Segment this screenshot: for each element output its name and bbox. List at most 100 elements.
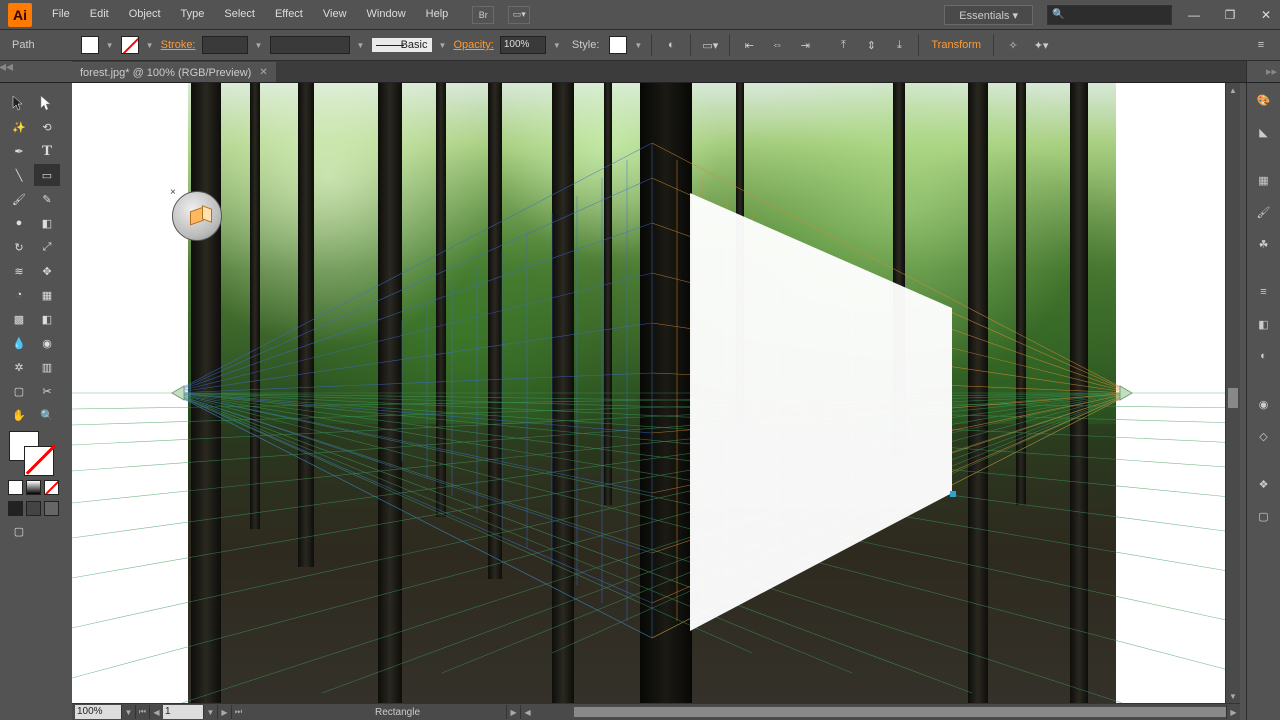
- paintbrush-tool[interactable]: 🖌: [6, 188, 32, 210]
- bridge-button[interactable]: Br: [472, 6, 494, 24]
- right-collapse[interactable]: ▸▸: [1246, 61, 1280, 83]
- artboard-tool[interactable]: ▢: [6, 380, 32, 402]
- window-close-button[interactable]: ✕: [1252, 5, 1280, 25]
- scroll-right-button[interactable]: ▶: [1226, 705, 1240, 719]
- eyedropper-tool[interactable]: 💧: [6, 332, 32, 354]
- window-minimize-button[interactable]: —: [1180, 5, 1208, 25]
- document-close-button[interactable]: ✕: [259, 67, 267, 78]
- opacity-field[interactable]: 100%: [500, 36, 546, 54]
- width-tool[interactable]: ≋: [6, 260, 32, 282]
- opacity-label-link[interactable]: Opacity:: [454, 39, 494, 51]
- next-artboard-button[interactable]: ▶: [217, 705, 231, 719]
- column-graph-tool[interactable]: ▥: [34, 356, 60, 378]
- artboard-field[interactable]: 1: [163, 705, 203, 719]
- line-tool[interactable]: ╲: [6, 164, 32, 186]
- draw-normal-button[interactable]: [8, 501, 23, 516]
- perspective-plane-widget[interactable]: [172, 191, 222, 241]
- arrange-documents-button[interactable]: ▭▾: [508, 6, 530, 24]
- fill-swatch[interactable]: [81, 36, 99, 54]
- screen-mode-button[interactable]: ▢: [6, 520, 32, 542]
- gradient-panel-icon[interactable]: ◧: [1251, 311, 1277, 337]
- color-guide-panel-icon[interactable]: ◣: [1251, 119, 1277, 145]
- search-input[interactable]: 🔍: [1047, 5, 1172, 25]
- direct-selection-tool[interactable]: [34, 92, 60, 114]
- artboards-panel-icon[interactable]: ▢: [1251, 503, 1277, 529]
- menu-view[interactable]: View: [313, 0, 357, 29]
- scroll-up-button[interactable]: ▲: [1226, 83, 1240, 97]
- stroke-swatch[interactable]: [121, 36, 139, 54]
- status-flyout[interactable]: ▶: [506, 705, 520, 719]
- pen-tool[interactable]: ✒: [6, 140, 32, 162]
- symbols-panel-icon[interactable]: ☘: [1251, 231, 1277, 257]
- free-transform-tool[interactable]: ✥: [34, 260, 60, 282]
- window-maximize-button[interactable]: ❐: [1216, 5, 1244, 25]
- symbol-sprayer-tool[interactable]: ✲: [6, 356, 32, 378]
- menu-help[interactable]: Help: [416, 0, 459, 29]
- gradient-mode-button[interactable]: [26, 480, 41, 495]
- h-scroll-thumb[interactable]: [574, 707, 1226, 717]
- align-hcenter-button[interactable]: ⇔: [766, 34, 788, 56]
- prev-artboard-button[interactable]: ◀: [149, 705, 163, 719]
- pencil-tool[interactable]: ✎: [34, 188, 60, 210]
- brush-definition[interactable]: Basic: [372, 38, 432, 52]
- v-scroll-thumb[interactable]: [1228, 388, 1238, 408]
- appearance-panel-icon[interactable]: ◉: [1251, 391, 1277, 417]
- horizontal-scrollbar[interactable]: [574, 705, 1226, 719]
- menu-window[interactable]: Window: [357, 0, 416, 29]
- align-to-dropdown[interactable]: ▭▾: [699, 34, 721, 56]
- gradient-tool[interactable]: ◧: [34, 308, 60, 330]
- scale-tool[interactable]: ⤢: [34, 236, 60, 258]
- stroke-dropdown[interactable]: ▼: [145, 36, 155, 54]
- shape-builder-tool[interactable]: ◔: [6, 284, 32, 306]
- workspace-switcher[interactable]: Essentials ▾: [944, 5, 1033, 25]
- vertical-scrollbar[interactable]: ▲ ▼: [1225, 83, 1240, 703]
- menu-object[interactable]: Object: [119, 0, 171, 29]
- first-artboard-button[interactable]: ⏮: [135, 705, 149, 719]
- transparency-panel-icon[interactable]: ◐: [1251, 343, 1277, 369]
- graphic-styles-panel-icon[interactable]: ◇: [1251, 423, 1277, 449]
- style-swatch[interactable]: [609, 36, 627, 54]
- slice-tool[interactable]: ✂: [34, 380, 60, 402]
- style-dropdown[interactable]: ▼: [633, 36, 643, 54]
- magic-wand-tool[interactable]: ✨: [6, 116, 32, 138]
- none-mode-button[interactable]: [44, 480, 59, 495]
- vwp-dropdown[interactable]: ▼: [356, 36, 366, 54]
- menu-file[interactable]: File: [42, 0, 80, 29]
- select-similar-button[interactable]: ✦▾: [1030, 34, 1052, 56]
- eraser-tool[interactable]: ◧: [34, 212, 60, 234]
- menu-select[interactable]: Select: [214, 0, 265, 29]
- align-bottom-button[interactable]: ⤓: [888, 34, 910, 56]
- zoom-tool[interactable]: 🔍: [34, 404, 60, 426]
- scroll-down-button[interactable]: ▼: [1226, 689, 1240, 703]
- stroke-weight-field[interactable]: [202, 36, 248, 54]
- blend-tool[interactable]: ◉: [34, 332, 60, 354]
- menu-edit[interactable]: Edit: [80, 0, 119, 29]
- stroke-weight-dropdown[interactable]: ▼: [254, 36, 264, 54]
- control-bar-menu[interactable]: ≡: [1250, 34, 1272, 56]
- brushes-panel-icon[interactable]: 🖌: [1251, 199, 1277, 225]
- align-top-button[interactable]: ⤒: [832, 34, 854, 56]
- transform-panel-link[interactable]: Transform: [927, 39, 985, 51]
- variable-width-profile[interactable]: [270, 36, 350, 54]
- color-mode-button[interactable]: [8, 480, 23, 495]
- fill-dropdown[interactable]: ▼: [105, 36, 115, 54]
- artboard-dropdown[interactable]: ▼: [203, 705, 217, 719]
- hand-tool[interactable]: ✋: [6, 404, 32, 426]
- fill-stroke-control[interactable]: [6, 428, 60, 476]
- rotate-tool[interactable]: ↻: [6, 236, 32, 258]
- layers-panel-icon[interactable]: ❖: [1251, 471, 1277, 497]
- mesh-tool[interactable]: ▩: [6, 308, 32, 330]
- type-tool[interactable]: T: [34, 140, 60, 162]
- blob-brush-tool[interactable]: ●: [6, 212, 32, 234]
- brush-dropdown[interactable]: ▼: [438, 36, 448, 54]
- zoom-field[interactable]: 100%: [75, 705, 121, 719]
- scroll-left-button[interactable]: ◀: [520, 705, 534, 719]
- color-panel-icon[interactable]: 🎨: [1251, 87, 1277, 113]
- draw-behind-button[interactable]: [26, 501, 41, 516]
- left-collapse[interactable]: ◂◂: [1, 61, 11, 71]
- stroke-panel-icon[interactable]: ≡: [1251, 279, 1277, 305]
- zoom-dropdown[interactable]: ▼: [121, 705, 135, 719]
- opacity-dropdown[interactable]: ▼: [552, 36, 562, 54]
- rectangle-tool[interactable]: ▭: [34, 164, 60, 186]
- canvas[interactable]: + ×: [72, 83, 1240, 703]
